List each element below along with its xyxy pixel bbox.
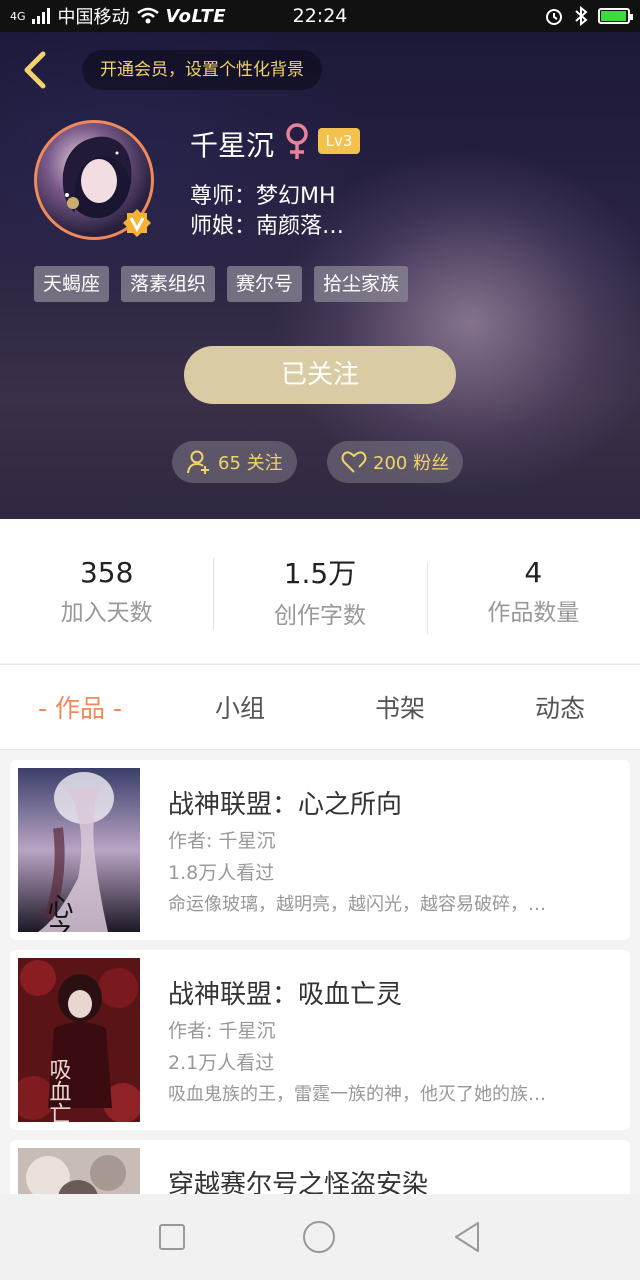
system-nav-bar: [0, 1194, 640, 1280]
book-views: 2.1万人看过: [168, 1052, 275, 1074]
tag-list: 天蝎座 落素组织 赛尔号 拾尘家族: [34, 266, 409, 302]
v-badge-icon: [123, 209, 151, 237]
book-description: 吸血鬼族的王，雷霆一族的神，他灭了她的族…: [168, 1084, 546, 1105]
book-cover: 吸血亡灵: [18, 958, 140, 1122]
tab-works[interactable]: - 作品 -: [0, 689, 160, 725]
following-count: 65 关注: [218, 453, 283, 474]
book-views: 1.8万人看过: [168, 862, 275, 884]
stat-days: 358 加入天数: [0, 556, 213, 627]
cover-title: 心之所向: [43, 893, 73, 932]
status-bar: 4G 中国移动 VoLTE 22:24: [0, 0, 640, 32]
wifi-icon: [136, 7, 159, 24]
heart-icon: [341, 451, 367, 473]
stat-label: 创作字数: [273, 603, 366, 629]
add-user-icon: [187, 450, 209, 474]
fans-count-button[interactable]: 200 粉丝: [327, 441, 464, 483]
alarm-icon: [546, 9, 562, 25]
level-badge: Lv3: [318, 128, 360, 154]
back-button[interactable]: [14, 48, 54, 92]
tab-activity[interactable]: 动态: [480, 689, 640, 725]
book-cover: 心之所向: [18, 768, 140, 932]
battery-icon: [598, 8, 633, 24]
tag-item[interactable]: 落素组织: [121, 266, 216, 302]
profile-header: 开通会员，设置个性化背景 千星沉 Lv3 尊师：梦幻MH 师娘：南颜落… 天蝎座…: [0, 32, 640, 519]
network-type: 4G: [10, 9, 26, 23]
stat-label: 作品数量: [487, 599, 580, 626]
stat-value: 1.5万: [283, 557, 357, 590]
carrier-name: 中国移动: [57, 7, 130, 28]
stats-bar: 358 加入天数 1.5万 创作字数 4 作品数量: [0, 519, 640, 663]
book-author: 作者: 千星沉: [168, 1020, 276, 1042]
fans-count: 200 粉丝: [373, 453, 450, 474]
circle-icon[interactable]: [302, 1220, 336, 1254]
stat-value: 4: [524, 555, 543, 589]
triangle-back-icon[interactable]: [452, 1221, 482, 1253]
mentor-line[interactable]: 尊师：梦幻MH: [190, 178, 336, 210]
profile-tabs: - 作品 - 小组 书架 动态: [0, 664, 640, 750]
tab-bookshelf[interactable]: 书架: [320, 689, 480, 725]
female-icon: [286, 123, 308, 159]
tag-item[interactable]: 拾尘家族: [314, 266, 409, 302]
volte-indicator: VoLTE: [165, 5, 227, 27]
tag-item[interactable]: 赛尔号: [227, 266, 303, 302]
stat-works: 4 作品数量: [426, 555, 640, 634]
cover-title: 吸血亡灵: [46, 1058, 72, 1122]
book-title: 战神联盟：心之所向: [168, 790, 403, 820]
book-card[interactable]: 心之所向 战神联盟：心之所向 作者: 千星沉 1.8万人看过 命运像玻璃，越明亮…: [10, 760, 630, 940]
square-icon[interactable]: [158, 1223, 186, 1251]
tab-groups[interactable]: 小组: [160, 689, 320, 725]
stat-label: 加入天数: [60, 599, 153, 626]
book-title: 战神联盟：吸血亡灵: [168, 980, 403, 1010]
chevron-left-icon: [24, 51, 46, 89]
bluetooth-icon: [575, 6, 588, 26]
avatar[interactable]: [34, 120, 154, 240]
follow-button[interactable]: 已关注: [184, 346, 456, 404]
tag-item[interactable]: 天蝎座: [34, 266, 110, 302]
vip-background-banner[interactable]: 开通会员，设置个性化背景: [82, 50, 322, 90]
book-description: 命运像玻璃，越明亮，越闪光，越容易破碎，…: [168, 894, 546, 915]
stat-value: 358: [79, 555, 134, 589]
following-count-button[interactable]: 65 关注: [172, 441, 297, 483]
username: 千星沉: [190, 129, 275, 162]
book-author: 作者: 千星沉: [168, 830, 276, 852]
book-card[interactable]: 吸血亡灵 战神联盟：吸血亡灵 作者: 千星沉 2.1万人看过 吸血鬼族的王，雷霆…: [10, 950, 630, 1130]
signal-icon: [31, 8, 50, 24]
mentor-wife-line[interactable]: 师娘：南颜落…: [190, 208, 344, 240]
stat-words: 1.5万 创作字数: [213, 552, 426, 630]
